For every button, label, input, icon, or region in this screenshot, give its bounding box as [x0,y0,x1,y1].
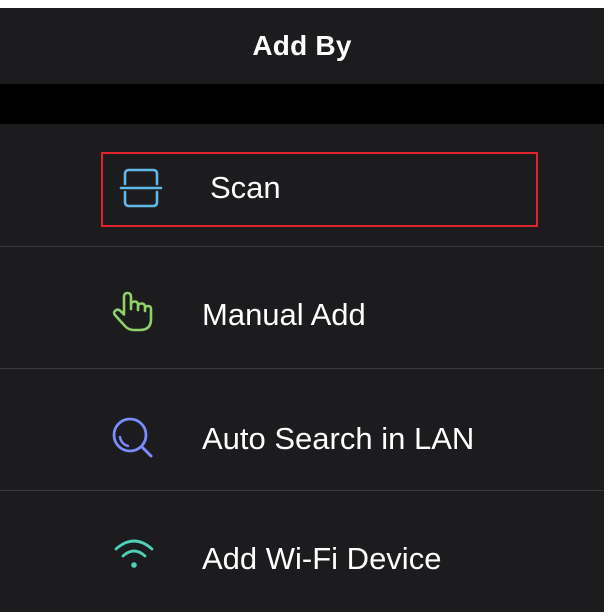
scan-highlight-box [101,152,538,227]
add-wifi-device-option[interactable]: Add Wi-Fi Device [0,491,604,612]
page-title: Add By [252,30,352,61]
add-wifi-device-label: Add Wi-Fi Device [202,541,442,576]
header: Add By [0,8,604,84]
search-icon [110,415,154,459]
auto-search-lan-option[interactable]: Auto Search in LAN [0,369,604,490]
header-separator-band [0,84,604,124]
manual-add-option[interactable]: Manual Add [0,247,604,368]
add-by-sheet: Add By Scan Manual Add Auto Search in LA… [0,8,604,612]
auto-search-lan-label: Auto Search in LAN [202,421,475,456]
manual-add-label: Manual Add [202,297,366,332]
hand-pointer-icon [110,289,154,333]
wifi-icon [112,531,156,575]
